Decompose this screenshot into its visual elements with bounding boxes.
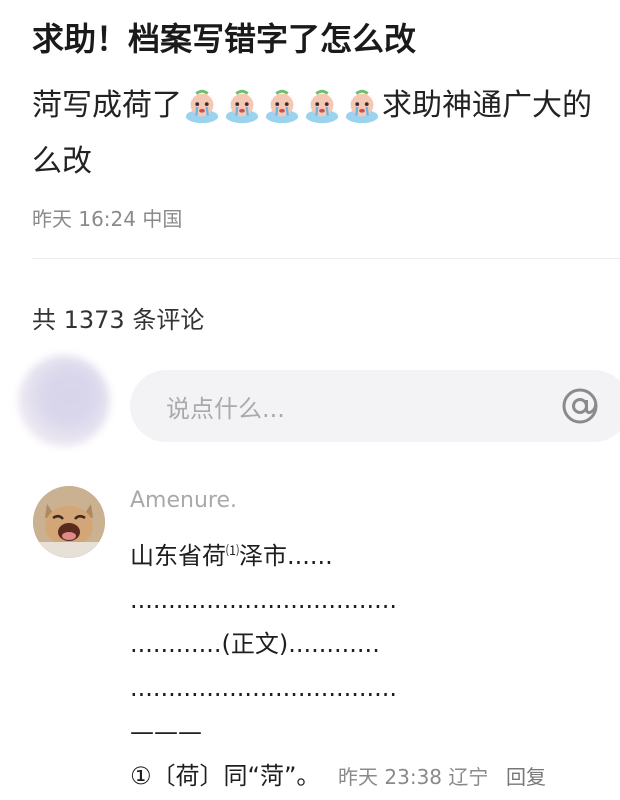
comment-line: ——— — [130, 718, 202, 746]
comment-line: ①〔荷〕同“菏”。 — [130, 762, 321, 790]
crying-emoji-icon — [305, 89, 339, 124]
comment-line: 山东省荷 — [130, 542, 226, 570]
comment-line: ................................... — [130, 674, 398, 702]
comment-body: 山东省荷⑴泽市...... ..........................… — [130, 530, 546, 799]
footnote-marker: ⑴ — [226, 544, 240, 559]
post-body-end: 求助神通广大的 — [382, 88, 592, 123]
cat-avatar-icon — [33, 486, 105, 558]
divider — [32, 258, 620, 259]
post-body: 菏写成荷了 求助神通广大的 么改 — [32, 78, 620, 190]
crying-emoji-icon — [265, 89, 299, 124]
comment-input[interactable]: 说点什么... — [130, 370, 620, 442]
comment-author-avatar[interactable] — [33, 486, 105, 558]
crying-emoji-icon — [345, 89, 379, 124]
comments-count: 共 1373 条评论 — [32, 306, 205, 334]
crying-emoji-icon — [185, 89, 219, 124]
comment-author-name[interactable]: Amenure. — [130, 488, 237, 513]
post-title: 求助！档案写错字了怎么改 — [32, 20, 417, 58]
post-body-start: 菏写成荷了 — [32, 88, 182, 123]
crying-emoji-icon — [225, 89, 259, 124]
comment-line: ................................... — [130, 586, 398, 614]
post-meta: 昨天 16:24 中国 — [32, 207, 183, 231]
comment-time-location: 昨天 23:38 辽宁 — [338, 765, 489, 789]
at-mention-icon[interactable] — [560, 386, 600, 426]
reply-button[interactable]: 回复 — [506, 765, 546, 789]
post-body-line2: 么改 — [32, 144, 92, 179]
comment-line: ............(正文)............ — [130, 630, 380, 658]
comment-input-placeholder: 说点什么... — [166, 394, 285, 423]
avatar[interactable] — [18, 355, 110, 447]
comment-line: 泽市...... — [239, 542, 333, 570]
